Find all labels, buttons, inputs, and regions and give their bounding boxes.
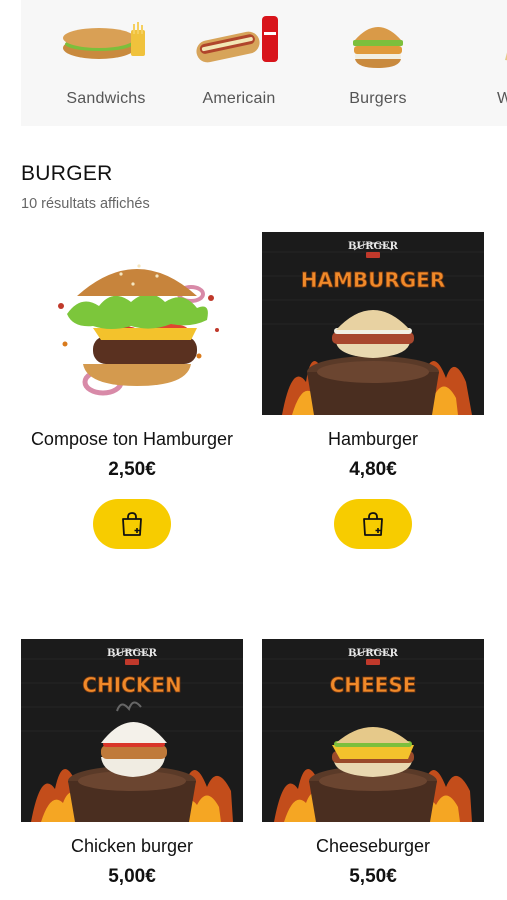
add-to-cart-button[interactable] <box>93 499 171 549</box>
category-partial[interactable]: W <box>441 0 507 126</box>
add-to-cart-button[interactable] <box>334 499 412 549</box>
product-price: 5,00€ <box>108 866 156 887</box>
poster-logo: BURGER <box>348 648 399 659</box>
category-americain[interactable]: Americain <box>174 0 304 126</box>
poster-logo: BURGER <box>107 648 158 659</box>
product-name: Cheeseburger <box>315 836 431 856</box>
product-price: 4,80€ <box>349 459 397 480</box>
results-count: 10 résultats affichés <box>21 196 150 212</box>
hotdog-icon <box>196 16 278 63</box>
category-label: W <box>497 90 507 107</box>
poster-logo: BURGER <box>348 241 399 252</box>
shopping-bag-icon <box>363 512 383 536</box>
product-name: Chicken burger <box>70 836 194 856</box>
product-price: 2,50€ <box>108 459 156 480</box>
burger-icon <box>353 27 403 68</box>
product-image: BURGER HAMBURGER <box>262 232 484 415</box>
product-name: Compose ton Hamburger <box>30 429 234 449</box>
product-card[interactable]: BURGER CHICKEN Chicken burger 5,00€ <box>21 639 243 888</box>
wrap-icon <box>505 52 507 61</box>
category-label: Sandwichs <box>66 90 146 107</box>
category-sandwichs[interactable]: Sandwichs <box>41 0 171 126</box>
product-name: Hamburger <box>327 429 419 449</box>
category-strip: Sandwichs Americain Burgers W <box>21 0 507 126</box>
product-image: BURGER CHICKEN <box>21 639 243 822</box>
poster-title: CHICKEN <box>82 673 181 697</box>
product-card[interactable]: BURGER CHEESE Cheeseburger 5,50€ <box>262 639 484 888</box>
category-burgers[interactable]: Burgers <box>313 0 443 126</box>
shopping-bag-icon <box>122 512 142 536</box>
category-label: Burgers <box>349 90 407 107</box>
product-card[interactable]: BURGER HAMBURGER Hamburger 4,80€ <box>262 232 484 549</box>
sandwich-icon <box>63 22 145 59</box>
section-title: BURGER <box>21 162 113 185</box>
product-card[interactable]: Compose ton Hamburger 2,50€ <box>21 232 243 549</box>
poster-title: CHEESE <box>330 673 417 697</box>
category-label: Americain <box>202 90 276 107</box>
product-price: 5,50€ <box>349 866 397 887</box>
poster-title: HAMBURGER <box>301 268 445 292</box>
product-image <box>21 232 243 415</box>
product-image: BURGER CHEESE <box>262 639 484 822</box>
